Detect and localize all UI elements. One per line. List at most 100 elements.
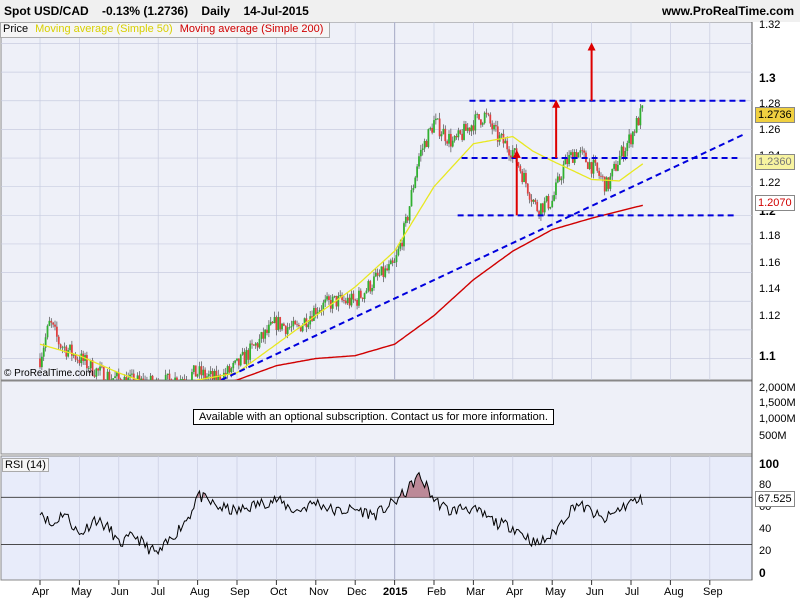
candle-body (628, 134, 631, 144)
candle-body (288, 327, 291, 329)
candle-body (262, 332, 265, 339)
candle-body (380, 266, 383, 275)
candle-body (228, 366, 231, 373)
site-label[interactable]: www.ProRealTime.com (662, 4, 794, 18)
price-tick: 1.3 (759, 71, 776, 85)
candle-body (620, 146, 623, 156)
candle-body (207, 374, 210, 377)
candle-body (528, 193, 531, 200)
candle-body (549, 206, 552, 209)
chart-canvas (0, 21, 800, 585)
candle-body (307, 324, 310, 328)
candle-body (369, 281, 372, 292)
time-tick: 2015 (383, 586, 408, 598)
candle-body (59, 344, 62, 348)
time-tick: Jul (151, 586, 166, 598)
candle-body (374, 272, 377, 277)
legend-ma50[interactable]: Moving average (Simple 50) (35, 23, 173, 35)
candle-body (42, 347, 45, 357)
candle-body (431, 127, 434, 133)
candle-body (234, 360, 237, 363)
candle-body (313, 307, 315, 321)
candle-body (500, 133, 503, 136)
candle-body (50, 320, 53, 323)
candle-body (423, 140, 426, 149)
volume-tick: 2,000M (759, 382, 796, 394)
candle-body (191, 371, 193, 380)
candle-body (429, 127, 432, 130)
chart-title: Spot USD/CAD -0.13% (1.2736) Daily 14-Ju… (4, 4, 319, 18)
candle-body (433, 120, 435, 133)
candle-body (466, 127, 469, 131)
candle-body (378, 274, 381, 276)
candle-body (290, 326, 293, 328)
candle-body (495, 125, 497, 127)
candle-body (192, 365, 195, 372)
candle-body (513, 148, 516, 151)
candle-body (485, 112, 488, 114)
candle-body (472, 125, 475, 131)
candle-body (99, 366, 101, 371)
candle-body (324, 299, 327, 303)
candle-body (526, 183, 529, 194)
candle-body (269, 321, 272, 325)
legend-price[interactable]: Price (3, 23, 28, 35)
legend-ma200[interactable]: Moving average (Simple 200) (180, 23, 324, 35)
candle-body (266, 329, 268, 333)
candle-body (449, 133, 452, 147)
candle-body (40, 356, 43, 368)
candle-body (457, 130, 460, 138)
candle-body (631, 131, 634, 145)
candle-body (583, 150, 585, 153)
candle-body (131, 373, 133, 375)
candle-body (55, 326, 58, 337)
candle-body (86, 355, 88, 369)
price-tick: 1.16 (759, 257, 781, 269)
time-tick: Sep (230, 586, 250, 598)
candle-body (592, 159, 595, 174)
time-tick: Dec (347, 586, 367, 598)
candle-body (352, 293, 355, 300)
candle-body (76, 359, 79, 361)
price-tick: 1.22 (759, 177, 781, 189)
candle-body (540, 203, 542, 216)
candle-body (371, 287, 373, 292)
candle-body (359, 290, 362, 298)
rsi-label[interactable]: RSI (14) (2, 458, 49, 472)
candle-body (365, 290, 368, 294)
candle-body (616, 164, 619, 171)
candle-body (459, 130, 462, 134)
candle-body (243, 351, 246, 365)
candle-body (382, 266, 385, 277)
candle-body (434, 118, 437, 121)
candle-body (237, 358, 240, 366)
watermark: © ProRealTime.com (4, 368, 94, 379)
candle-body (440, 134, 443, 137)
candle-body (194, 365, 197, 377)
candle-body (251, 343, 253, 345)
ma200-badge: 1.2070 (755, 195, 795, 211)
candle-body (596, 162, 599, 171)
candle-body (298, 324, 300, 327)
candle-body (61, 347, 64, 349)
candle-body (551, 200, 554, 207)
candle-body (275, 317, 278, 330)
candle-body (525, 172, 527, 184)
candle-body (493, 125, 495, 130)
candle-body (556, 176, 559, 183)
candle-body (232, 362, 235, 369)
candle-body (239, 354, 242, 366)
candle-body (80, 353, 83, 364)
candle-body (532, 199, 535, 202)
candle-body (609, 176, 612, 189)
candle-body (451, 140, 454, 147)
candle-body (236, 358, 238, 361)
candle-body (412, 187, 415, 191)
volume-tick: 1,000M (759, 413, 796, 425)
candle-body (254, 343, 257, 346)
candle-body (337, 295, 340, 307)
rsi-tick: 0 (759, 566, 766, 580)
candle-body (397, 248, 400, 256)
candle-body (603, 176, 606, 192)
candle-body (241, 351, 244, 355)
